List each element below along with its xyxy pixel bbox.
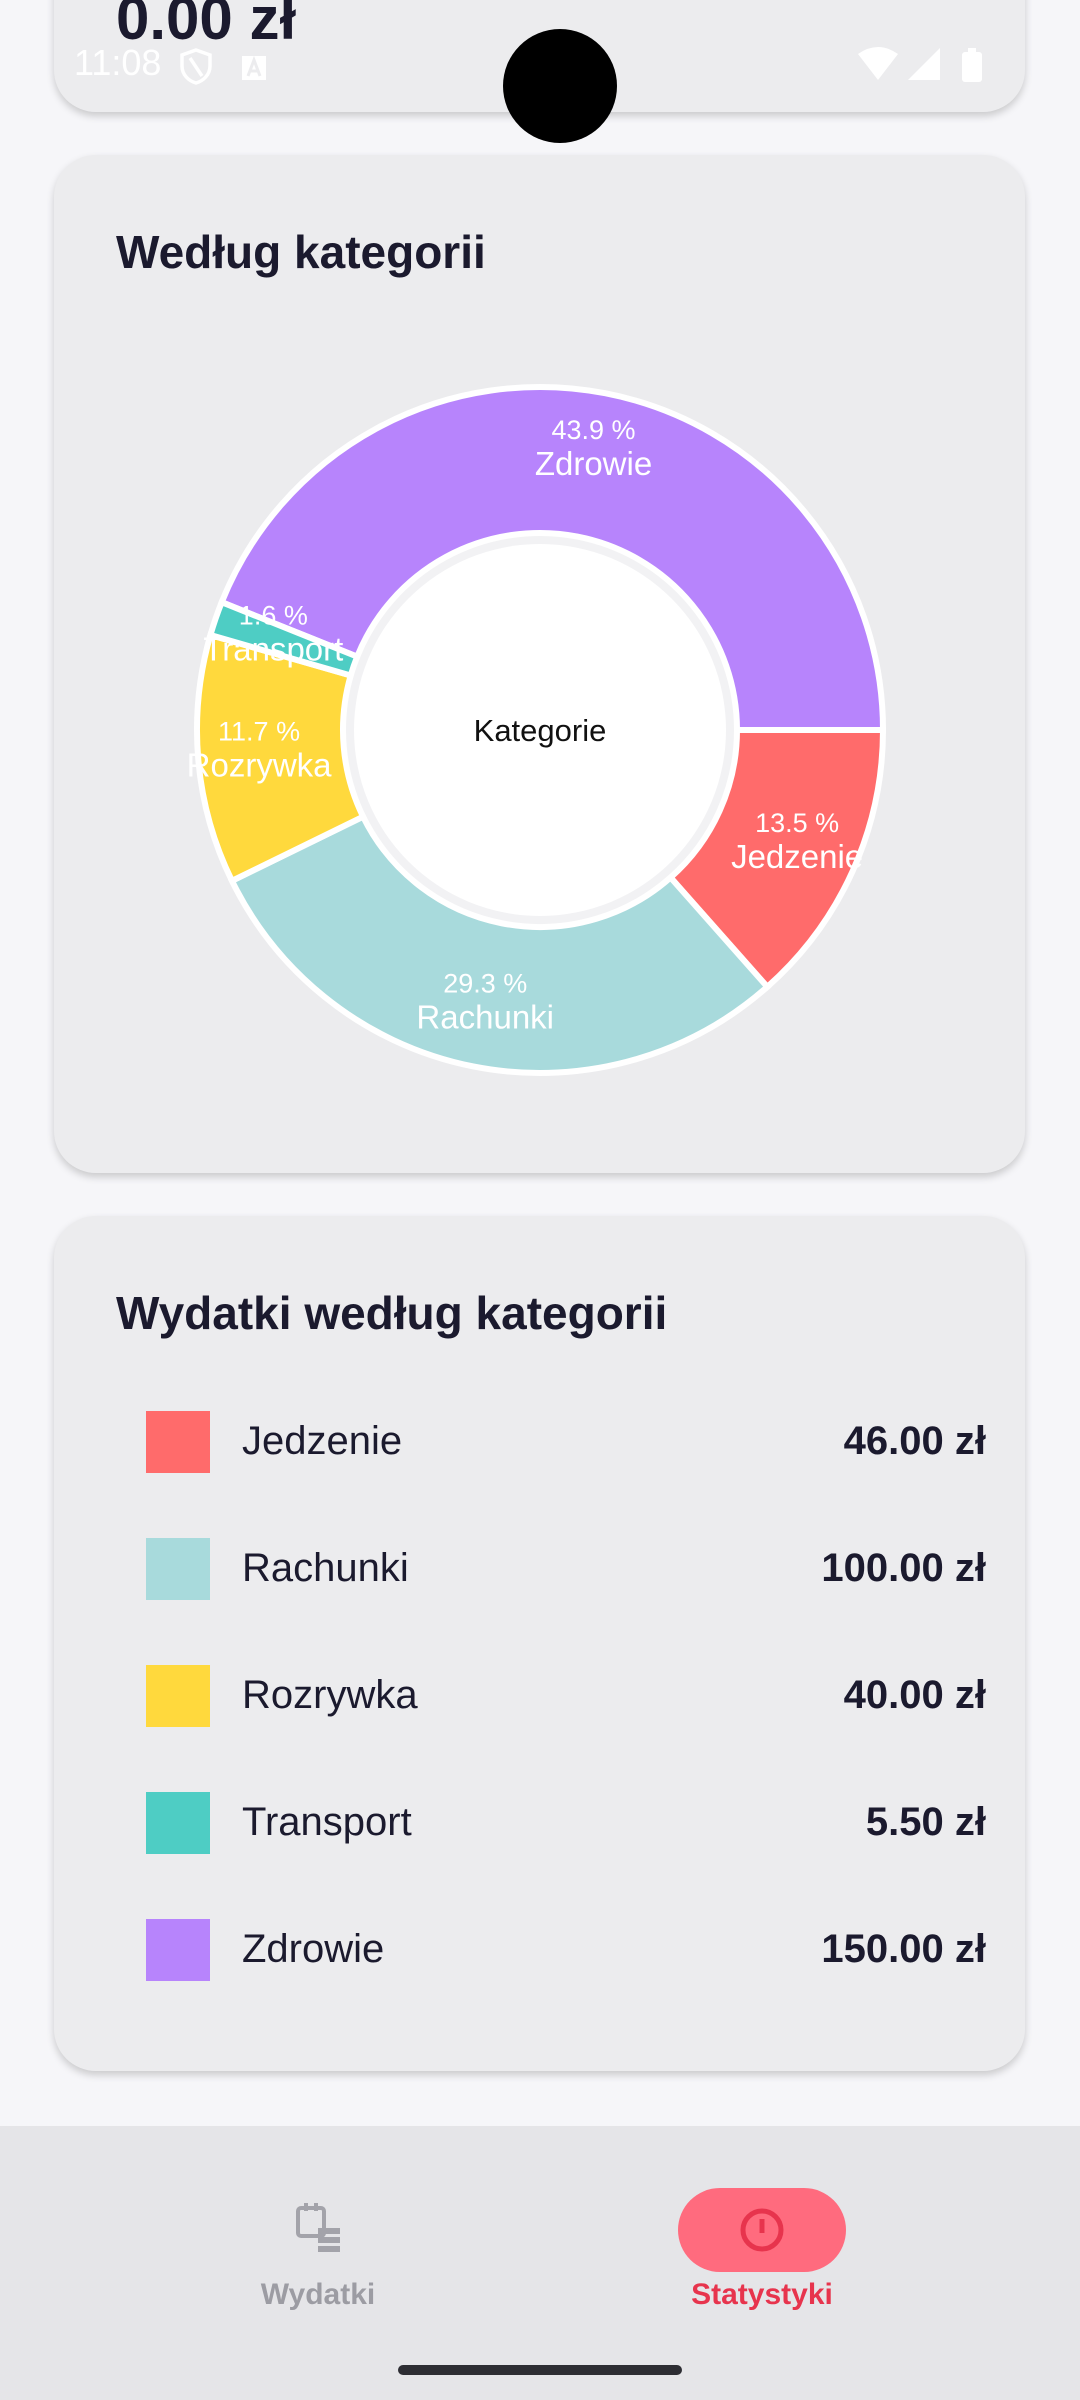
category-name: Rachunki <box>242 1546 409 1590</box>
camera-cutout <box>503 29 617 143</box>
nav-active-indicator <box>678 2188 846 2272</box>
wifi-icon <box>858 47 898 80</box>
slice-category-label: Rachunki <box>416 999 554 1036</box>
category-row-transport[interactable]: Transport 5.50 zł <box>146 1790 986 1854</box>
category-name: Transport <box>242 1800 412 1844</box>
battery-icon <box>962 48 982 82</box>
status-time: 11:08 <box>74 42 162 83</box>
category-color-swatch <box>146 1538 210 1600</box>
slice-percent-label: 43.9 % <box>551 415 635 445</box>
signal-icon <box>908 48 940 80</box>
category-name: Jedzenie <box>242 1419 403 1463</box>
expenses-list-icon <box>296 2203 340 2252</box>
statistics-icon <box>740 2208 784 2252</box>
nav-indicator <box>234 2188 402 2272</box>
nav-item-statystyki[interactable]: Statystyki <box>612 2156 912 2311</box>
category-row-rozrywka[interactable]: Rozrywka 40.00 zł <box>146 1663 986 1727</box>
nav-label: Statystyki <box>691 2278 833 2311</box>
category-amount: 100.00 zł <box>821 1546 986 1590</box>
slice-percent-label: 29.3 % <box>443 969 527 999</box>
status-icons-right <box>856 44 1006 89</box>
category-color-swatch <box>146 1919 210 1981</box>
nav-label: Wydatki <box>260 2278 376 2311</box>
status-icons-left <box>180 46 270 91</box>
donut-center-label: Kategorie <box>474 713 607 748</box>
slice-category-label: Jedzenie <box>731 838 863 875</box>
status-bar: 11:08 <box>0 0 1080 143</box>
slice-category-label: Rozrywka <box>187 747 333 784</box>
category-row-jedzenie[interactable]: Jedzenie 46.00 zł <box>146 1409 986 1473</box>
category-amount: 150.00 zł <box>821 1927 986 1971</box>
category-amount: 40.00 zł <box>843 1673 986 1717</box>
slice-category-label: Zdrowie <box>535 445 652 482</box>
slice-category-label: Transport <box>203 630 343 667</box>
category-color-swatch <box>146 1411 210 1473</box>
category-name: Zdrowie <box>242 1927 385 1971</box>
bottom-navigation: Wydatki Statystyki <box>0 2126 1080 2400</box>
category-chart-card: Według kategorii 43.9 % Zdrowie 13.5 % Jedz… <box>54 155 1025 1173</box>
shield-icon <box>180 48 212 85</box>
slice-percent-label: 13.5 % <box>755 808 839 838</box>
slice-percent-label: 1.6 % <box>239 600 308 630</box>
category-amount: 5.50 zł <box>865 1800 986 1844</box>
category-row-zdrowie[interactable]: Zdrowie 150.00 zł <box>146 1917 986 1981</box>
expenses-by-category-card: Wydatki według kategorii Jedzenie 46.00 … <box>54 1216 1025 2071</box>
category-name: Rozrywka <box>242 1673 418 1717</box>
category-row-rachunki[interactable]: Rachunki 100.00 zł <box>146 1536 986 1600</box>
font-icon <box>242 55 266 80</box>
home-indicator <box>398 2365 682 2375</box>
nav-item-wydatki[interactable]: Wydatki <box>168 2156 468 2311</box>
expenses-card-title: Wydatki według kategorii <box>116 1287 668 1339</box>
slice-percent-label: 11.7 % <box>218 717 300 747</box>
category-color-swatch <box>146 1665 210 1727</box>
category-amount: 46.00 zł <box>843 1419 986 1463</box>
category-color-swatch <box>146 1792 210 1854</box>
category-donut-chart: 43.9 %Zdrowie 13.5 %Jedzenie 29.3 %Rachunk… <box>187 384 887 1076</box>
